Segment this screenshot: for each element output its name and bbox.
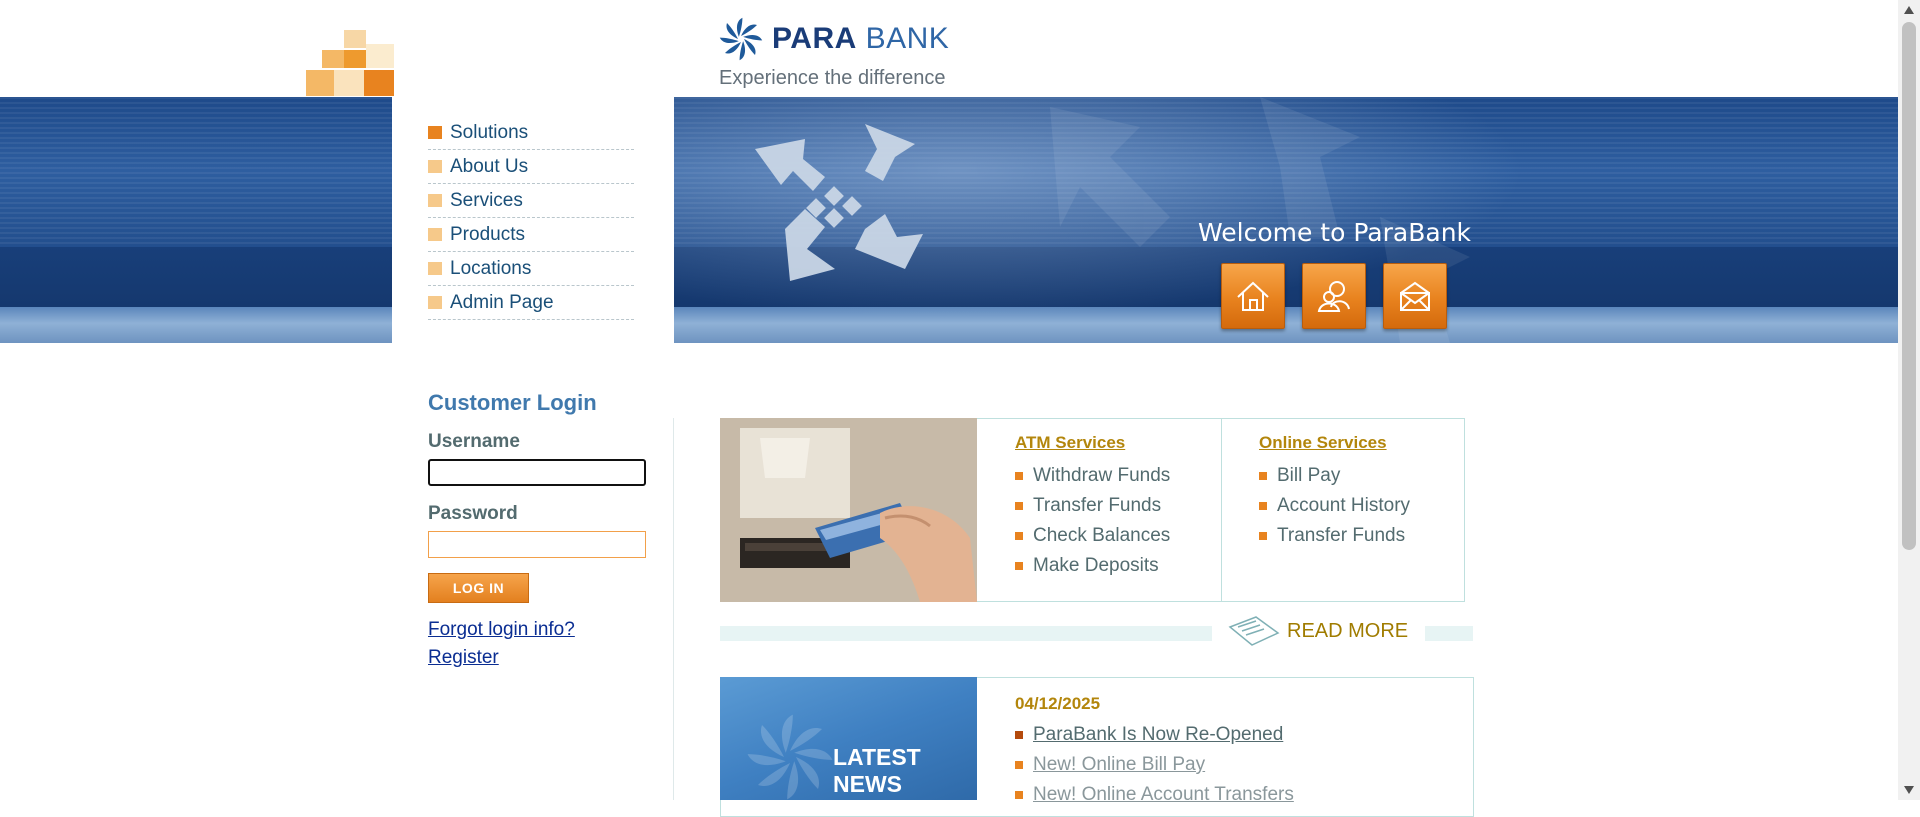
atm-photo (720, 418, 977, 602)
bullet-icon (1015, 502, 1023, 510)
home-icon (1237, 281, 1269, 311)
menu-bullet-icon (428, 296, 442, 309)
news-link[interactable]: New! Online Bill Pay (1033, 754, 1205, 776)
column-divider (673, 418, 674, 800)
menu-item-label: About Us (450, 155, 529, 177)
atm-card-image (720, 418, 977, 602)
menu-item-admin-page[interactable]: Admin Page (428, 286, 634, 320)
menu-bullet-icon (428, 228, 442, 241)
menu-item-products[interactable]: Products (428, 218, 634, 252)
document-icon (1228, 616, 1280, 646)
online-item-label: Account History (1277, 495, 1411, 516)
bullet-icon (1015, 761, 1023, 769)
arrows-graphic-icon (755, 124, 923, 281)
atm-item-label: Make Deposits (1033, 555, 1159, 576)
login-button[interactable]: LOG IN (428, 573, 529, 603)
menu-item-label: Locations (450, 257, 532, 279)
scroll-down-arrow-icon[interactable] (1902, 783, 1916, 797)
list-item: Withdraw Funds (1015, 461, 1170, 491)
brand-para: PARA (772, 22, 857, 55)
list-item: Check Balances (1015, 521, 1170, 551)
username-label: Username (428, 431, 520, 452)
menu-bullet-icon (428, 194, 442, 207)
brand-logo[interactable]: PARA BANK (718, 16, 949, 62)
list-item: Transfer Funds (1015, 491, 1170, 521)
bullet-icon (1015, 472, 1023, 480)
about-icon (1317, 281, 1350, 312)
menu-item-locations[interactable]: Locations (428, 252, 634, 286)
contact-icon (1400, 281, 1430, 311)
list-item: Account History (1259, 491, 1410, 521)
bullet-icon (1015, 731, 1023, 739)
menu-bullet-icon (428, 160, 442, 173)
home-button[interactable] (1221, 263, 1285, 329)
password-label: Password (428, 503, 518, 524)
header-decoration (304, 28, 394, 98)
atm-services-heading[interactable]: ATM Services (1015, 433, 1170, 453)
brand-name: PARA BANK (772, 22, 949, 56)
menu-bullet-icon (428, 126, 442, 139)
list-item: Transfer Funds (1259, 521, 1410, 551)
atm-item-label: Transfer Funds (1033, 495, 1162, 516)
scrollbar-thumb[interactable] (1902, 22, 1916, 550)
username-input[interactable] (428, 459, 646, 486)
news-list: ParaBank Is Now Re-Opened New! Online Bi… (1015, 720, 1455, 810)
parabank-logo-icon (718, 16, 764, 62)
menu-item-label: Admin Page (450, 291, 554, 313)
online-services-section: Online Services Bill Pay Account History… (1259, 433, 1410, 551)
welcome-text: Welcome to ParaBank (1198, 218, 1472, 247)
bullet-icon (1259, 472, 1267, 480)
latest-news-label: LATEST NEWS (833, 744, 921, 798)
online-item-label: Transfer Funds (1277, 525, 1406, 546)
bullet-icon (1015, 532, 1023, 540)
menu-bullet-icon (428, 262, 442, 275)
forgot-login-link[interactable]: Forgot login info? (428, 619, 575, 641)
left-menu: Solutions About Us Services Products Loc… (428, 116, 634, 320)
news-date: 04/12/2025 (1015, 694, 1101, 713)
read-more-link[interactable]: READ MORE (1287, 620, 1408, 643)
bullet-icon (1015, 791, 1023, 799)
tagline: Experience the difference (719, 67, 946, 89)
services-separator (1221, 418, 1222, 602)
online-item-label: Bill Pay (1277, 465, 1341, 486)
atm-services-section: ATM Services Withdraw Funds Transfer Fun… (1015, 433, 1170, 581)
atm-item-label: Check Balances (1033, 525, 1171, 546)
news-link[interactable]: ParaBank Is Now Re-Opened (1033, 724, 1283, 746)
news-link[interactable]: New! Online Account Transfers (1033, 784, 1294, 806)
news-item: ParaBank Is Now Re-Opened (1015, 720, 1455, 750)
header-banner: Welcome to ParaBank (0, 97, 1898, 343)
brand-bank: BANK (865, 22, 950, 55)
menu-item-solutions[interactable]: Solutions (428, 116, 634, 150)
menu-item-about-us[interactable]: About Us (428, 150, 634, 184)
online-services-heading[interactable]: Online Services (1259, 433, 1410, 453)
contact-button[interactable] (1383, 263, 1447, 329)
read-more-bar (720, 626, 1212, 641)
menu-item-services[interactable]: Services (428, 184, 634, 218)
menu-item-label: Services (450, 189, 523, 211)
login-title: Customer Login (428, 390, 597, 415)
list-item: Make Deposits (1015, 551, 1170, 581)
latest-news-line1: LATEST (833, 744, 921, 770)
bullet-icon (1015, 562, 1023, 570)
menu-item-label: Products (450, 223, 525, 245)
bullet-icon (1259, 532, 1267, 540)
latest-news-line2: NEWS (833, 771, 902, 797)
news-item: New! Online Bill Pay (1015, 750, 1455, 780)
read-more-bar-end (1425, 626, 1473, 641)
register-link[interactable]: Register (428, 647, 499, 669)
scroll-up-arrow-icon[interactable] (1902, 3, 1916, 17)
list-item: Bill Pay (1259, 461, 1410, 491)
about-button[interactable] (1302, 263, 1366, 329)
news-item: New! Online Account Transfers (1015, 780, 1455, 810)
password-input[interactable] (428, 531, 646, 558)
bullet-icon (1259, 502, 1267, 510)
menu-item-label: Solutions (450, 121, 529, 143)
atm-item-label: Withdraw Funds (1033, 465, 1171, 486)
